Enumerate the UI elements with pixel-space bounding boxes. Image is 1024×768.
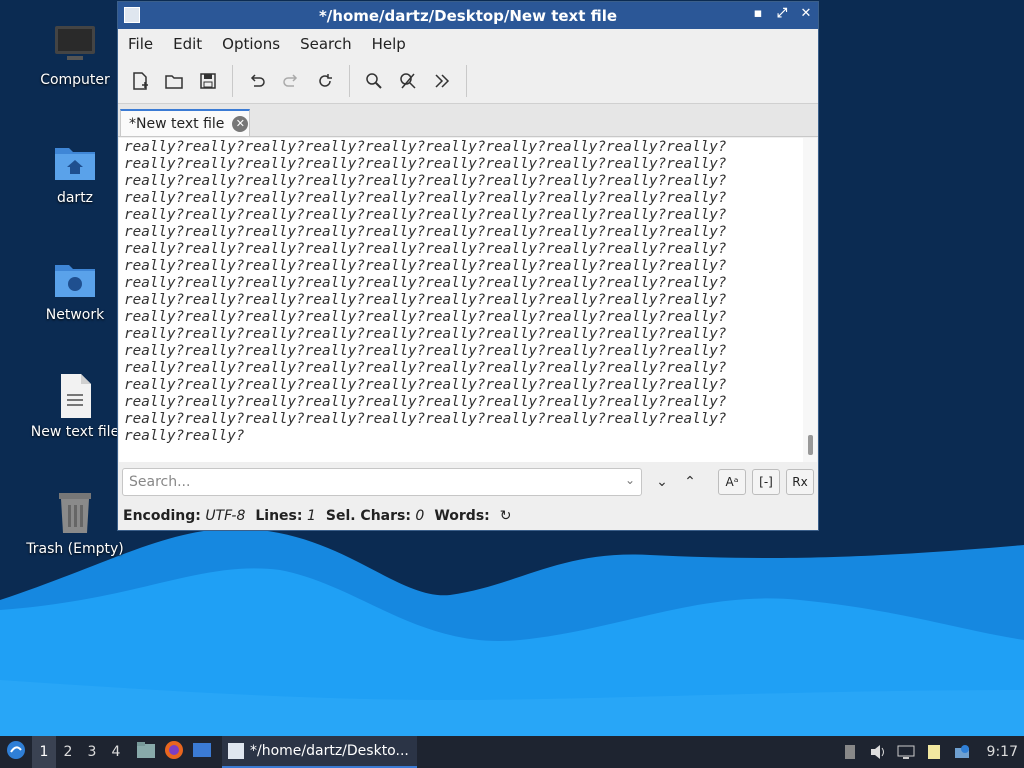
refresh-words-icon[interactable]: ↻	[500, 508, 512, 524]
editor-line: really?really?really?really?really?reall…	[124, 292, 727, 308]
editor-text[interactable]: really?really?really?really?really?reall…	[124, 139, 804, 445]
window-titlebar[interactable]: */home/dartz/Desktop/New text file ▪ ⤢ ✕	[118, 2, 818, 29]
system-tray: 9:17	[841, 736, 1024, 768]
editor-line: really?really?really?really?really?reall…	[124, 360, 727, 376]
editor-line: really?really?really?really?really?reall…	[124, 190, 727, 206]
text-editor-window: */home/dartz/Desktop/New text file ▪ ⤢ ✕…	[117, 1, 819, 531]
reload-icon[interactable]	[313, 69, 337, 93]
task-label: */home/dartz/Deskto...	[250, 743, 409, 759]
words-label: Words:	[434, 508, 490, 524]
close-button[interactable]: ✕	[798, 6, 814, 21]
sel-chars-label: Sel. Chars:	[325, 508, 411, 524]
search-input[interactable]: Search... ⌄	[122, 468, 642, 496]
regex-button[interactable]: Rx	[786, 469, 814, 495]
editor-line: really?really?really?really?really?reall…	[124, 139, 727, 155]
match-case-button[interactable]: Aᵃ	[718, 469, 746, 495]
replace-icon[interactable]	[396, 69, 420, 93]
editor-line: really?really?really?really?really?reall…	[124, 343, 727, 359]
text-editor-area[interactable]: really?really?really?really?really?reall…	[119, 138, 817, 462]
tab-bar: *New text file ✕	[118, 104, 818, 137]
menu-file[interactable]: File	[128, 35, 153, 53]
clipboard-icon[interactable]	[841, 744, 859, 760]
task-text-editor[interactable]: */home/dartz/Deskto...	[222, 736, 417, 768]
editor-line: really?really?really?really?really?reall…	[124, 156, 727, 172]
minimize-button[interactable]: ▪	[750, 6, 766, 21]
trash-icon	[51, 489, 99, 537]
toolbar-separator	[466, 65, 467, 97]
editor-line: really?really?	[124, 428, 245, 444]
open-folder-icon[interactable]	[162, 69, 186, 93]
maximize-button[interactable]: ⤢	[774, 6, 790, 21]
start-menu-icon[interactable]	[0, 739, 32, 765]
vertical-scrollbar[interactable]	[803, 138, 817, 462]
editor-line: really?really?really?really?really?reall…	[124, 275, 727, 291]
desktop-icon-label: Trash (Empty)	[26, 541, 124, 557]
toolbar-separator	[232, 65, 233, 97]
sel-chars-value: 0	[415, 508, 425, 524]
update-notifier-icon[interactable]	[953, 744, 971, 760]
tab-label: *New text file	[129, 115, 225, 132]
volume-icon[interactable]	[869, 744, 887, 760]
goto-line-icon[interactable]	[430, 69, 454, 93]
workspace-2[interactable]: 2	[56, 744, 80, 760]
network-status-icon[interactable]	[897, 744, 915, 760]
menubar: File Edit Options Search Help	[118, 29, 818, 59]
encoding-label: Encoding:	[123, 508, 201, 524]
status-bar: Encoding: UTF-8 Lines: 1 Sel. Chars: 0 W…	[119, 504, 821, 528]
editor-line: really?really?really?really?really?reall…	[124, 258, 727, 274]
chevron-down-icon[interactable]: ⌄	[625, 473, 635, 487]
text-file-icon	[51, 372, 99, 420]
editor-line: really?really?really?really?really?reall…	[124, 224, 727, 240]
find-next-icon[interactable]: ⌄	[648, 474, 676, 490]
editor-line: really?really?really?really?really?reall…	[124, 241, 727, 257]
whole-word-button[interactable]: [-]	[752, 469, 780, 495]
taskbar: 1 2 3 4 */home/dartz/Deskto... 9:17	[0, 736, 1024, 768]
menu-options[interactable]: Options	[222, 35, 280, 53]
tab-new-text-file[interactable]: *New text file ✕	[120, 109, 250, 136]
find-icon[interactable]	[362, 69, 386, 93]
editor-line: really?really?really?really?really?reall…	[124, 411, 727, 427]
encoding-value: UTF-8	[205, 508, 246, 524]
home-folder-icon	[51, 138, 99, 186]
search-placeholder: Search...	[129, 474, 191, 490]
clock[interactable]: 9:17	[987, 744, 1018, 760]
redo-icon[interactable]	[279, 69, 303, 93]
app-icon	[124, 7, 140, 23]
workspace-4[interactable]: 4	[104, 744, 128, 760]
editor-line: really?really?really?really?really?reall…	[124, 309, 727, 325]
undo-icon[interactable]	[245, 69, 269, 93]
workspace-3[interactable]: 3	[80, 744, 104, 760]
text-editor-task-icon	[228, 743, 244, 759]
menu-search[interactable]: Search	[300, 35, 352, 53]
menu-help[interactable]: Help	[372, 35, 406, 53]
editor-line: really?really?really?really?really?reall…	[124, 173, 727, 189]
editor-line: really?really?really?really?really?reall…	[124, 377, 727, 393]
new-file-icon[interactable]	[128, 69, 152, 93]
window-title: */home/dartz/Desktop/New text file	[318, 6, 618, 25]
scrollbar-thumb[interactable]	[808, 435, 813, 455]
save-icon[interactable]	[196, 69, 220, 93]
tab-close-icon[interactable]: ✕	[232, 115, 249, 132]
search-bar: Search... ⌄ ⌄ ⌃ Aᵃ [-] Rx	[119, 462, 817, 502]
lines-value: 1	[306, 508, 316, 524]
editor-line: really?really?really?really?really?reall…	[124, 394, 727, 410]
network-folder-icon	[51, 255, 99, 303]
toolbar-separator	[349, 65, 350, 97]
menu-edit[interactable]: Edit	[173, 35, 202, 53]
toolbar	[118, 59, 818, 104]
show-desktop-icon[interactable]	[192, 741, 212, 763]
find-previous-icon[interactable]: ⌃	[676, 474, 704, 490]
workspace-1[interactable]: 1	[32, 736, 56, 768]
editor-line: really?really?really?really?really?reall…	[124, 326, 727, 342]
file-manager-launcher-icon[interactable]	[136, 741, 156, 763]
notes-icon[interactable]	[925, 744, 943, 760]
lines-label: Lines:	[255, 508, 303, 524]
computer-icon	[51, 20, 99, 68]
editor-line: really?really?really?really?really?reall…	[124, 207, 727, 223]
firefox-launcher-icon[interactable]	[164, 740, 184, 764]
